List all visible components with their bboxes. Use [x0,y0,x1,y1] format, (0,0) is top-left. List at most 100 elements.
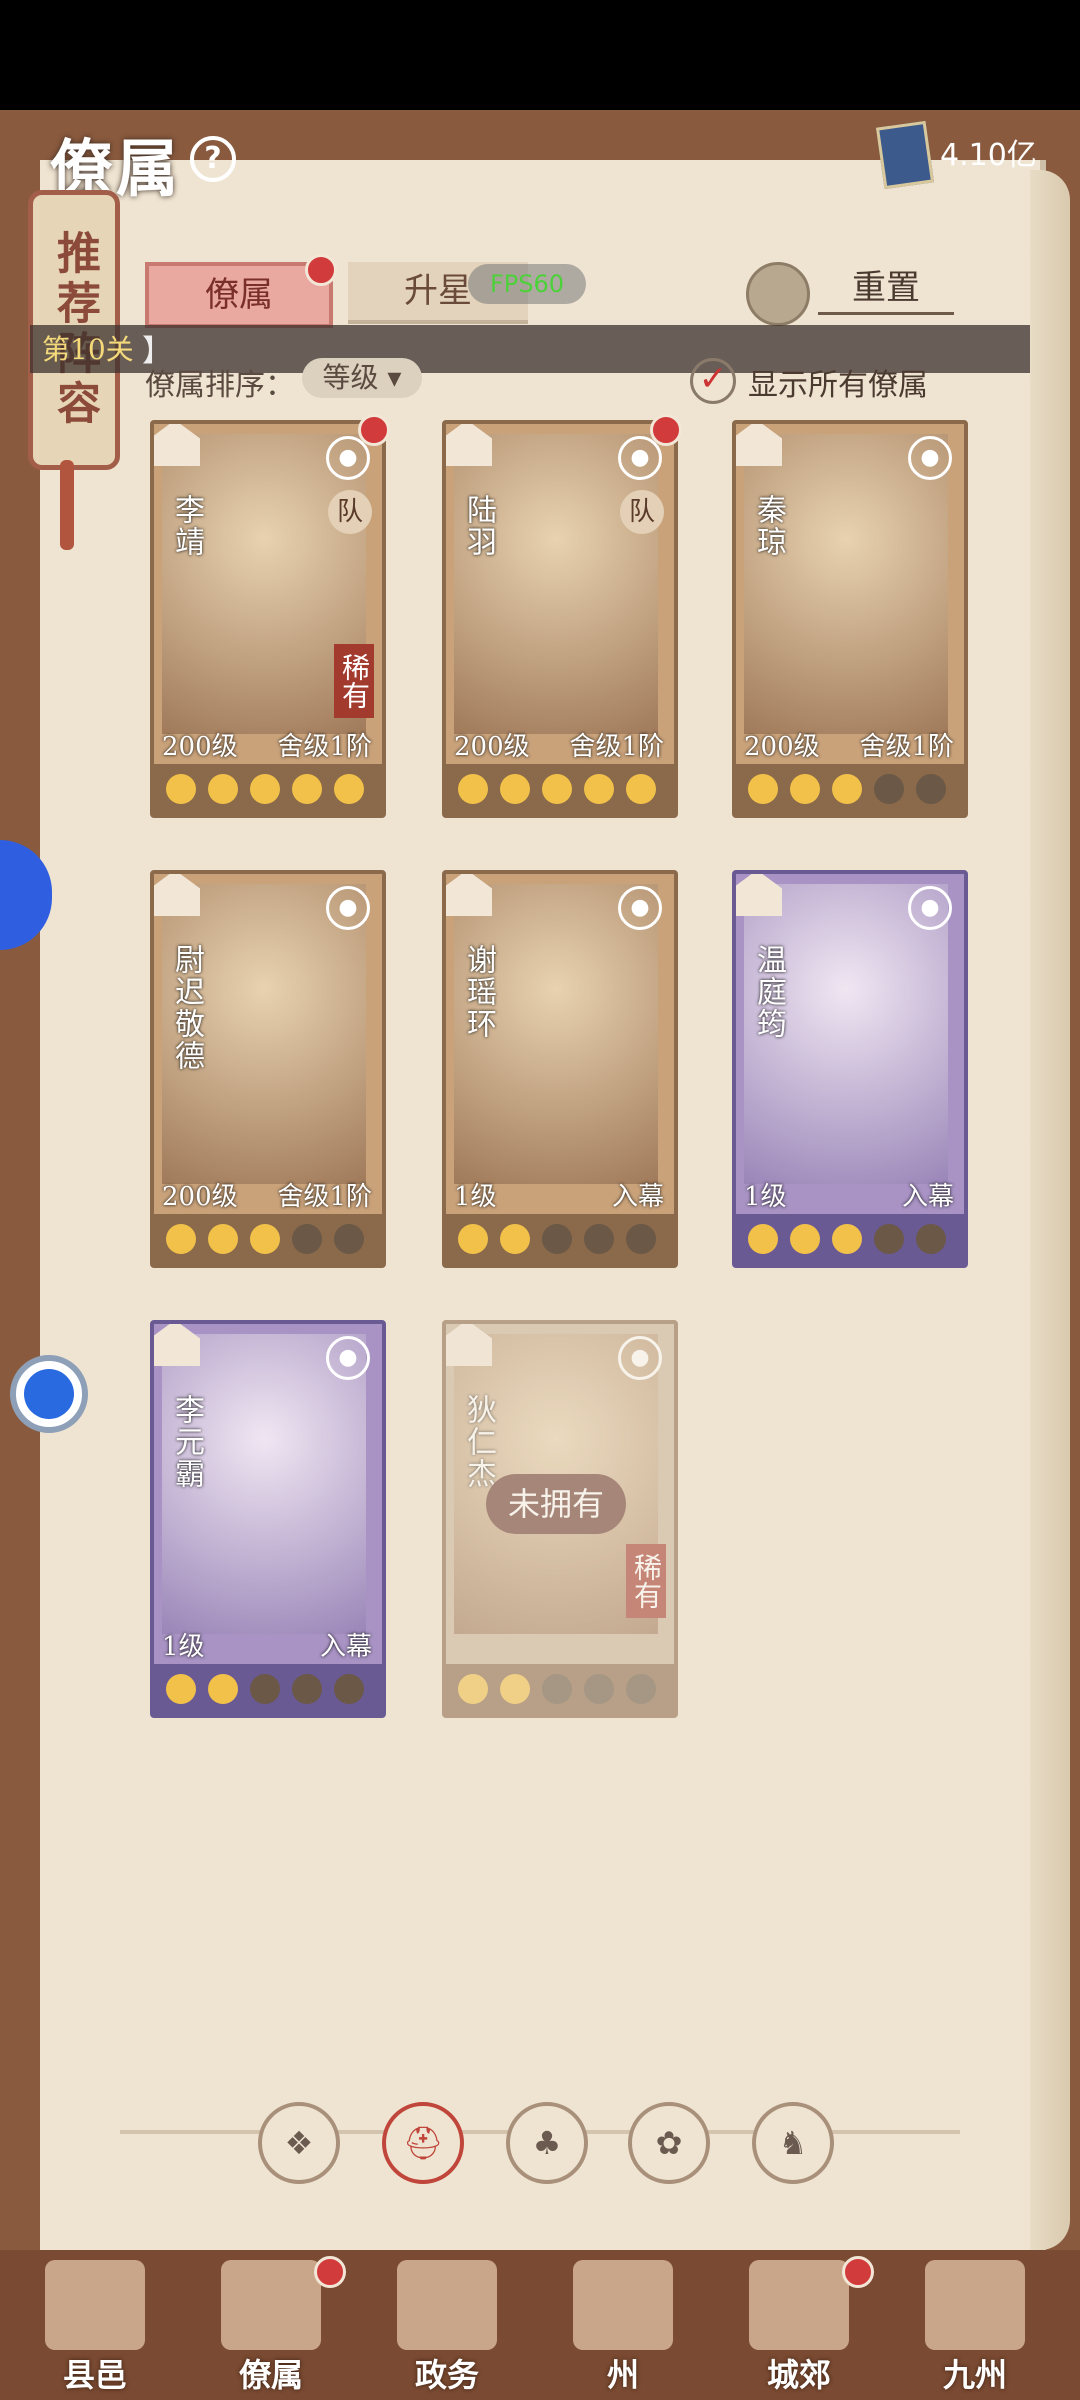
moon-star-icon [292,1224,322,1254]
moon-star-icon [458,774,488,804]
moon-star-icon [790,1224,820,1254]
character-card[interactable]: ● 李元霸 1级 入幕 [150,1320,386,1718]
moon-star-icon [458,1224,488,1254]
character-card[interactable]: ● 温庭筠 1级 入幕 [732,870,968,1268]
stage-label: 第10关 [42,333,134,366]
rank-badge-icon [446,424,492,466]
moon-star-icon [790,774,820,804]
character-rank: 入幕 [319,1632,372,1662]
star-bar [736,1214,964,1264]
nav-label: 县邑 [62,2356,127,2394]
nav-building-icon [397,2260,497,2350]
rare-badge: 稀有 [626,1544,666,1618]
star-bar [736,764,964,814]
sword-icon: ● [326,886,370,930]
shield-icon: ● [326,1336,370,1380]
moon-star-icon [208,1224,238,1254]
nav-notification-dot [314,2256,346,2288]
character-name: 秦琼 [751,494,786,558]
character-level: 200级 [744,732,820,762]
moon-star-icon [832,774,862,804]
moon-star-icon [626,1674,656,1704]
rank-badge-icon [154,874,200,916]
moon-star-icon [334,1674,364,1704]
show-all-label: 显示所有僚属 [748,368,928,403]
character-name: 温庭筠 [751,944,786,1040]
moon-star-icon [584,1674,614,1704]
nav-item[interactable]: 县邑 [20,2260,170,2400]
nav-label: 僚属 [238,2356,303,2394]
nav-item[interactable]: 政务 [372,2260,522,2400]
helmet-icon[interactable]: ⛑ [382,2102,464,2184]
moon-star-icon [166,774,196,804]
nav-building-icon [749,2260,849,2350]
character-level: 1级 [454,1182,497,1212]
character-card[interactable]: ● 陆羽队 200级 舍级1阶 [442,420,678,818]
gourd-icon[interactable]: ♣ [506,2102,588,2184]
card-notification-dot [358,414,390,446]
character-name: 尉迟敬德 [169,944,204,1072]
character-card[interactable]: ● 谢瑶环 1级 入幕 [442,870,678,1268]
character-rank: 舍级1阶 [277,1182,372,1212]
character-rank: 舍级1阶 [569,732,664,762]
rank-badge-icon [446,1324,492,1366]
moon-star-icon [542,1224,572,1254]
nav-item[interactable]: 州 [548,2260,698,2400]
moon-star-icon [874,774,904,804]
sort-dropdown[interactable]: 等级 ▾ [302,358,422,398]
page-edge [1030,170,1070,2250]
moon-star-icon [166,1674,196,1704]
character-level: 1级 [744,1182,787,1212]
star-bar [446,764,674,814]
status-bar [0,0,1080,110]
character-card[interactable]: ● 狄仁杰 稀有 未拥有 [442,1320,678,1718]
character-card[interactable]: ● 李靖队稀有 200级 舍级1阶 [150,420,386,818]
yin-yang-icon: ● [618,1336,662,1380]
nav-building-icon [573,2260,673,2350]
moon-star-icon [334,774,364,804]
star-bar [154,1664,382,1714]
rare-badge: 稀有 [334,644,374,718]
character-card[interactable]: ● 秦琼 200级 舍级1阶 [732,420,968,818]
horse-icon[interactable]: ♞ [752,2102,834,2184]
moon-star-icon [334,1224,364,1254]
show-all-checkbox[interactable]: ✓ [690,358,736,404]
reset-icon[interactable] [746,262,810,326]
moon-star-icon [208,1674,238,1704]
moon-star-icon [584,1224,614,1254]
moon-star-icon [542,1674,572,1704]
moon-star-icon [626,774,656,804]
nav-label: 城郊 [766,2356,831,2394]
character-rank: 舍级1阶 [277,732,372,762]
floating-chat-button[interactable] [10,1355,88,1433]
moon-star-icon [748,1224,778,1254]
reset-button[interactable]: 重置 [818,264,954,315]
nav-label: 政务 [414,2356,479,2394]
nav-item[interactable]: 九州 [900,2260,1050,2400]
moon-star-icon [500,1674,530,1704]
character-name: 陆羽 [461,494,496,558]
moon-star-icon [166,1224,196,1254]
rank-badge-icon [446,874,492,916]
rank-badge-icon [736,424,782,466]
book-currency-icon [875,120,935,190]
star-bar [154,764,382,814]
character-card[interactable]: ● 尉迟敬德 200级 舍级1阶 [150,870,386,1268]
card-notification-dot [650,414,682,446]
character-name: 李元霸 [169,1394,204,1490]
character-level: 200级 [454,732,530,762]
question-mark-icon[interactable]: ? [190,136,236,182]
fan-icon[interactable]: ✿ [628,2102,710,2184]
grid-icon[interactable]: ❖ [258,2102,340,2184]
character-rank: 入幕 [901,1182,954,1212]
moon-star-icon [916,1224,946,1254]
moon-star-icon [584,774,614,804]
moon-star-icon [292,774,322,804]
sort-label: 僚属排序： [145,368,295,403]
character-level: 200级 [162,732,238,762]
nav-building-icon [45,2260,145,2350]
sword-icon: ● [908,436,952,480]
team-badge: 队 [328,490,372,534]
nav-notification-dot [842,2256,874,2288]
unowned-label: 未拥有 [486,1474,626,1534]
